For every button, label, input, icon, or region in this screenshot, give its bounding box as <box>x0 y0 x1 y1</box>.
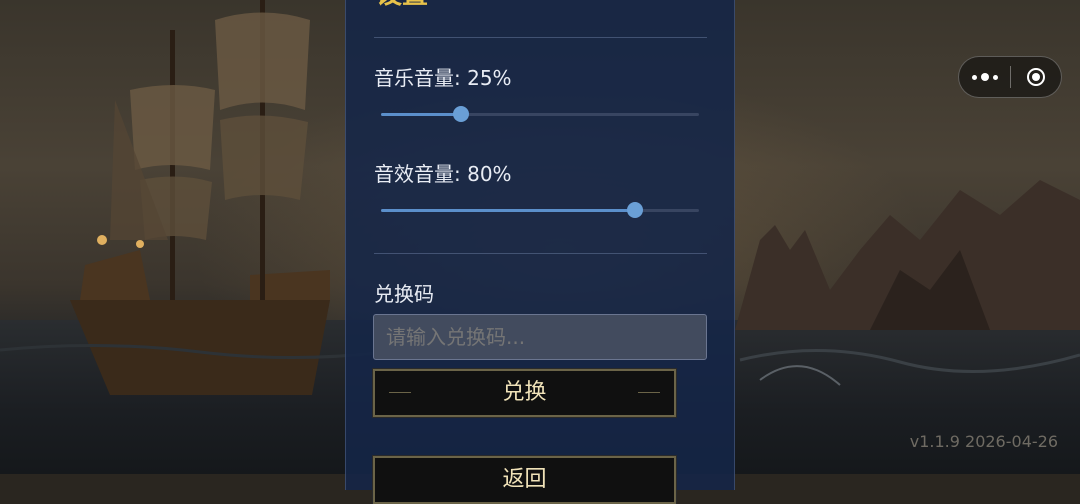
target-close-icon[interactable] <box>1011 56 1061 98</box>
slider-thumb[interactable] <box>627 202 644 218</box>
back-button[interactable]: 返回 <box>372 455 677 504</box>
music-volume-label: 音乐音量: 25% <box>374 66 512 90</box>
divider <box>374 37 707 38</box>
divider <box>374 253 707 254</box>
button-ornament <box>638 392 660 393</box>
redeem-button-label: 兑换 <box>502 380 547 405</box>
version-label: v1.1.9 2026-04-26 <box>909 432 1058 451</box>
slider-thumb[interactable] <box>452 106 469 122</box>
sfx-volume-label: 音效音量: 80% <box>374 162 512 186</box>
miniprogram-capsule <box>958 56 1062 98</box>
slider-fill <box>381 209 636 212</box>
redeem-button[interactable]: 兑换 <box>372 368 677 418</box>
redeem-code-label: 兑换码 <box>374 282 434 306</box>
back-button-label: 返回 <box>502 467 547 492</box>
redeem-code-input[interactable] <box>373 314 707 360</box>
settings-panel: 设置 音乐音量: 25% 音效音量: 80% 兑换码 兑换 返回 <box>345 0 735 504</box>
settings-title: 设置 <box>376 0 428 10</box>
slider-fill <box>381 113 461 116</box>
more-dots-icon[interactable] <box>959 56 1010 98</box>
sfx-volume-slider[interactable] <box>381 198 699 222</box>
button-ornament <box>389 392 411 393</box>
music-volume-slider[interactable] <box>381 102 699 126</box>
